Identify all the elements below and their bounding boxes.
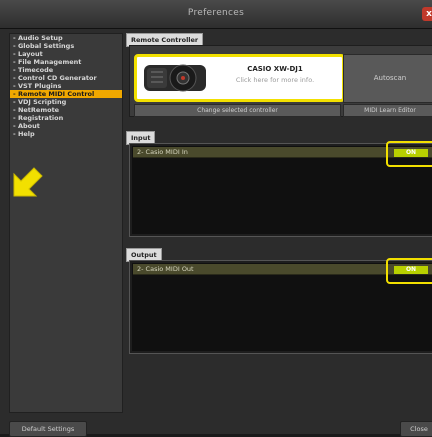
close-icon[interactable]: x [422, 7, 432, 21]
sidebar-item-vdj-scripting[interactable]: - VDJ Scripting [10, 98, 122, 106]
controller-hint: Click here for more info. [235, 76, 315, 84]
autoscan-button[interactable]: Autoscan [343, 54, 432, 103]
remote-controller-panel: CASIO XW-DJ1 Click here for more info. A… [129, 45, 432, 117]
default-settings-button[interactable]: Default Settings [9, 421, 87, 437]
close-button[interactable]: Close [400, 421, 432, 437]
sidebar-item-audio-setup[interactable]: - Audio Setup [10, 34, 122, 42]
change-controller-button[interactable]: Change selected controller [134, 104, 341, 117]
input-device-row[interactable]: 2- Casio MIDI In ON [133, 141, 432, 167]
sidebar-item-file-management[interactable]: - File Management [10, 58, 122, 66]
sidebar: - Audio Setup - Global Settings - Layout… [9, 33, 123, 413]
sidebar-item-vst-plugins[interactable]: - VST Plugins [10, 82, 122, 90]
controller-info-card[interactable]: CASIO XW-DJ1 Click here for more info. [134, 54, 345, 102]
window-title: Preferences [187, 8, 245, 18]
midi-learn-editor-button[interactable]: MIDI Learn Editor [343, 104, 432, 117]
input-on-toggle[interactable]: ON [394, 149, 428, 157]
main-content: Remote Controller CASIO XW-DJ1 Click her… [126, 33, 432, 411]
arrow-pointer-icon [13, 167, 43, 197]
dj-controller-icon [144, 64, 206, 92]
sidebar-item-control-cd-generator[interactable]: - Control CD Generator [10, 74, 122, 82]
output-device-row[interactable]: 2- Casio MIDI Out ON [133, 258, 432, 284]
sidebar-item-layout[interactable]: - Layout [10, 50, 122, 58]
window-body: - Audio Setup - Global Settings - Layout… [0, 29, 432, 437]
output-on-toggle[interactable]: ON [394, 266, 428, 274]
output-device-label: 2- Casio MIDI Out [137, 265, 194, 273]
input-toggle-highlight: ON [386, 141, 432, 167]
output-device-list: 2- Casio MIDI Out ON [129, 258, 432, 354]
output-toggle-highlight: ON [386, 258, 432, 284]
sidebar-item-global-settings[interactable]: - Global Settings [10, 42, 122, 50]
sidebar-item-registration[interactable]: - Registration [10, 114, 122, 122]
sidebar-item-timecode[interactable]: - Timecode [10, 66, 122, 74]
sidebar-item-about[interactable]: - About [10, 122, 122, 130]
input-device-label: 2- Casio MIDI In [137, 148, 188, 156]
controller-name: CASIO XW-DJ1 [247, 65, 303, 73]
input-device-list: 2- Casio MIDI In ON [129, 141, 432, 237]
sidebar-item-remote-midi-control[interactable]: - Remote MIDI Control [10, 90, 122, 98]
remote-controller-section: Remote Controller CASIO XW-DJ1 Click her… [126, 33, 432, 117]
sidebar-item-help[interactable]: - Help [10, 130, 122, 138]
title-bar: Preferences x [0, 0, 432, 29]
sidebar-item-netremote[interactable]: - NetRemote [10, 106, 122, 114]
